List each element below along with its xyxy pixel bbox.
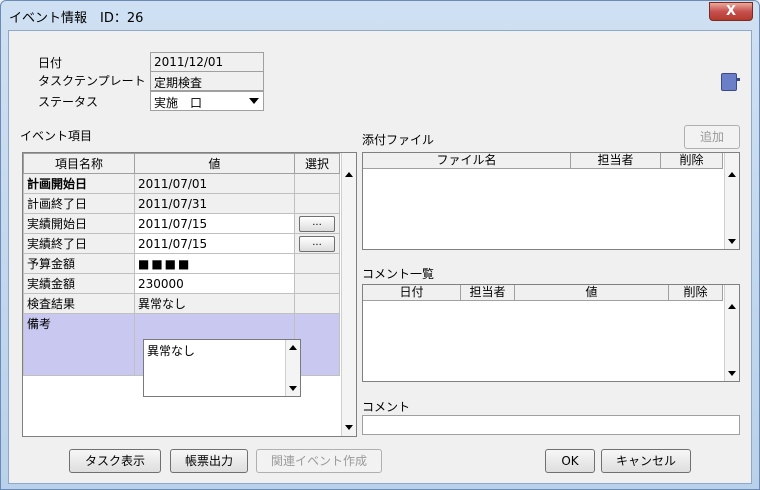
client-area: 日付 2011/12/01 タスクテンプレート 定期検査 ステータス 実施 口 … [8, 30, 752, 484]
item-value-input[interactable]: 230000 [134, 273, 295, 294]
column-header-assignee[interactable]: 担当者 [461, 285, 515, 301]
table-row[interactable]: 実績終了日 2011/07/15 ... [23, 233, 340, 254]
comment-label: コメント [362, 400, 411, 414]
close-button[interactable]: X [709, 2, 753, 21]
item-value: 異常なし [134, 293, 295, 314]
event-items-table: 項目名称 値 選択 計画開始日 2011/07/01 計画終了日 2011/07… [22, 152, 357, 437]
date-picker-button[interactable]: ... [299, 215, 335, 232]
remarks-text: 異常なし [147, 344, 196, 358]
attachments-label: 添付ファイル [362, 133, 435, 147]
column-header-item-name[interactable]: 項目名称 [23, 153, 135, 174]
column-header-delete[interactable]: 削除 [669, 285, 723, 301]
column-header-select[interactable]: 選択 [294, 153, 340, 174]
item-value-input[interactable]: ■■■■ [134, 253, 295, 274]
status-label: ステータス [38, 95, 99, 109]
status-select[interactable]: 実施 口 [150, 91, 264, 111]
item-name: 備考 [23, 313, 135, 376]
item-value-input[interactable]: 2011/07/15 [134, 233, 295, 254]
table-row[interactable]: 予算金額 ■■■■ [23, 253, 340, 274]
task-template-label: タスクテンプレート [38, 74, 146, 88]
item-name: 計画開始日 [23, 173, 135, 194]
book-icon[interactable] [721, 73, 740, 91]
column-header-delete[interactable]: 削除 [661, 153, 723, 169]
table-row[interactable]: 計画終了日 2011/07/31 [23, 193, 340, 214]
item-name: 実績開始日 [23, 213, 135, 234]
item-value: 2011/07/31 [134, 193, 295, 214]
table-row[interactable]: 計画開始日 2011/07/01 [23, 173, 340, 194]
report-output-button[interactable]: 帳票出力 [170, 449, 248, 473]
item-select [294, 273, 340, 294]
date-field[interactable]: 2011/12/01 [150, 52, 264, 72]
item-name: 検査結果 [23, 293, 135, 314]
date-picker-button[interactable]: ... [299, 235, 335, 252]
scroll-down-icon[interactable] [342, 419, 356, 435]
scroll-up-icon[interactable] [725, 299, 739, 315]
item-select [294, 313, 340, 376]
comments-grid: 日付 担当者 値 削除 [362, 284, 740, 382]
scroll-down-icon[interactable] [286, 380, 300, 396]
table-row[interactable]: 実績金額 230000 [23, 273, 340, 294]
attachments-scrollbar[interactable] [724, 153, 739, 249]
add-attachment-button[interactable]: 追加 [684, 125, 740, 149]
event-info-window: イベント情報 ID：26 X 日付 2011/12/01 タスクテンプレート 定… [0, 0, 760, 490]
status-value: 実施 口 [154, 96, 203, 110]
item-value-input[interactable]: 2011/07/15 [134, 213, 295, 234]
related-event-button[interactable]: 関連イベント作成 [256, 449, 382, 473]
event-table-scrollbar[interactable] [341, 153, 356, 436]
column-header-value[interactable]: 値 [134, 153, 295, 174]
item-select: ... [294, 213, 340, 234]
scroll-up-icon[interactable] [725, 167, 739, 183]
item-name: 実績金額 [23, 273, 135, 294]
column-header-assignee[interactable]: 担当者 [571, 153, 661, 169]
item-select [294, 253, 340, 274]
table-row[interactable]: 検査結果 異常なし [23, 293, 340, 314]
remarks-textarea[interactable]: 異常なし [143, 339, 301, 397]
item-name: 実績終了日 [23, 233, 135, 254]
remarks-scrollbar[interactable] [285, 340, 300, 396]
item-select [294, 193, 340, 214]
task-template-field[interactable]: 定期検査 [150, 71, 264, 91]
date-label: 日付 [38, 56, 63, 70]
scroll-up-icon[interactable] [342, 167, 356, 183]
scroll-down-icon[interactable] [725, 365, 739, 381]
window-title: イベント情報 ID：26 [9, 11, 144, 26]
item-select [294, 173, 340, 194]
chevron-down-icon [249, 98, 259, 104]
item-select [294, 293, 340, 314]
comment-list-label: コメント一覧 [362, 267, 435, 281]
item-name: 予算金額 [23, 253, 135, 274]
comment-input[interactable] [362, 415, 740, 435]
column-header-date[interactable]: 日付 [363, 285, 461, 301]
scroll-down-icon[interactable] [725, 233, 739, 249]
ok-button[interactable]: OK [545, 449, 595, 473]
comments-scrollbar[interactable] [724, 285, 739, 381]
column-header-value[interactable]: 値 [515, 285, 669, 301]
item-name: 計画終了日 [23, 193, 135, 214]
cancel-button[interactable]: キャンセル [601, 449, 691, 473]
event-items-label: イベント項目 [20, 129, 93, 143]
title-bar[interactable]: イベント情報 ID：26 X [1, 1, 759, 29]
attachments-grid: ファイル名 担当者 削除 [362, 152, 740, 250]
item-value: 2011/07/01 [134, 173, 295, 194]
table-row[interactable]: 実績開始日 2011/07/15 ... [23, 213, 340, 234]
column-header-file-name[interactable]: ファイル名 [363, 153, 571, 169]
task-display-button[interactable]: タスク表示 [69, 449, 161, 473]
item-select: ... [294, 233, 340, 254]
scroll-up-icon[interactable] [286, 340, 300, 356]
